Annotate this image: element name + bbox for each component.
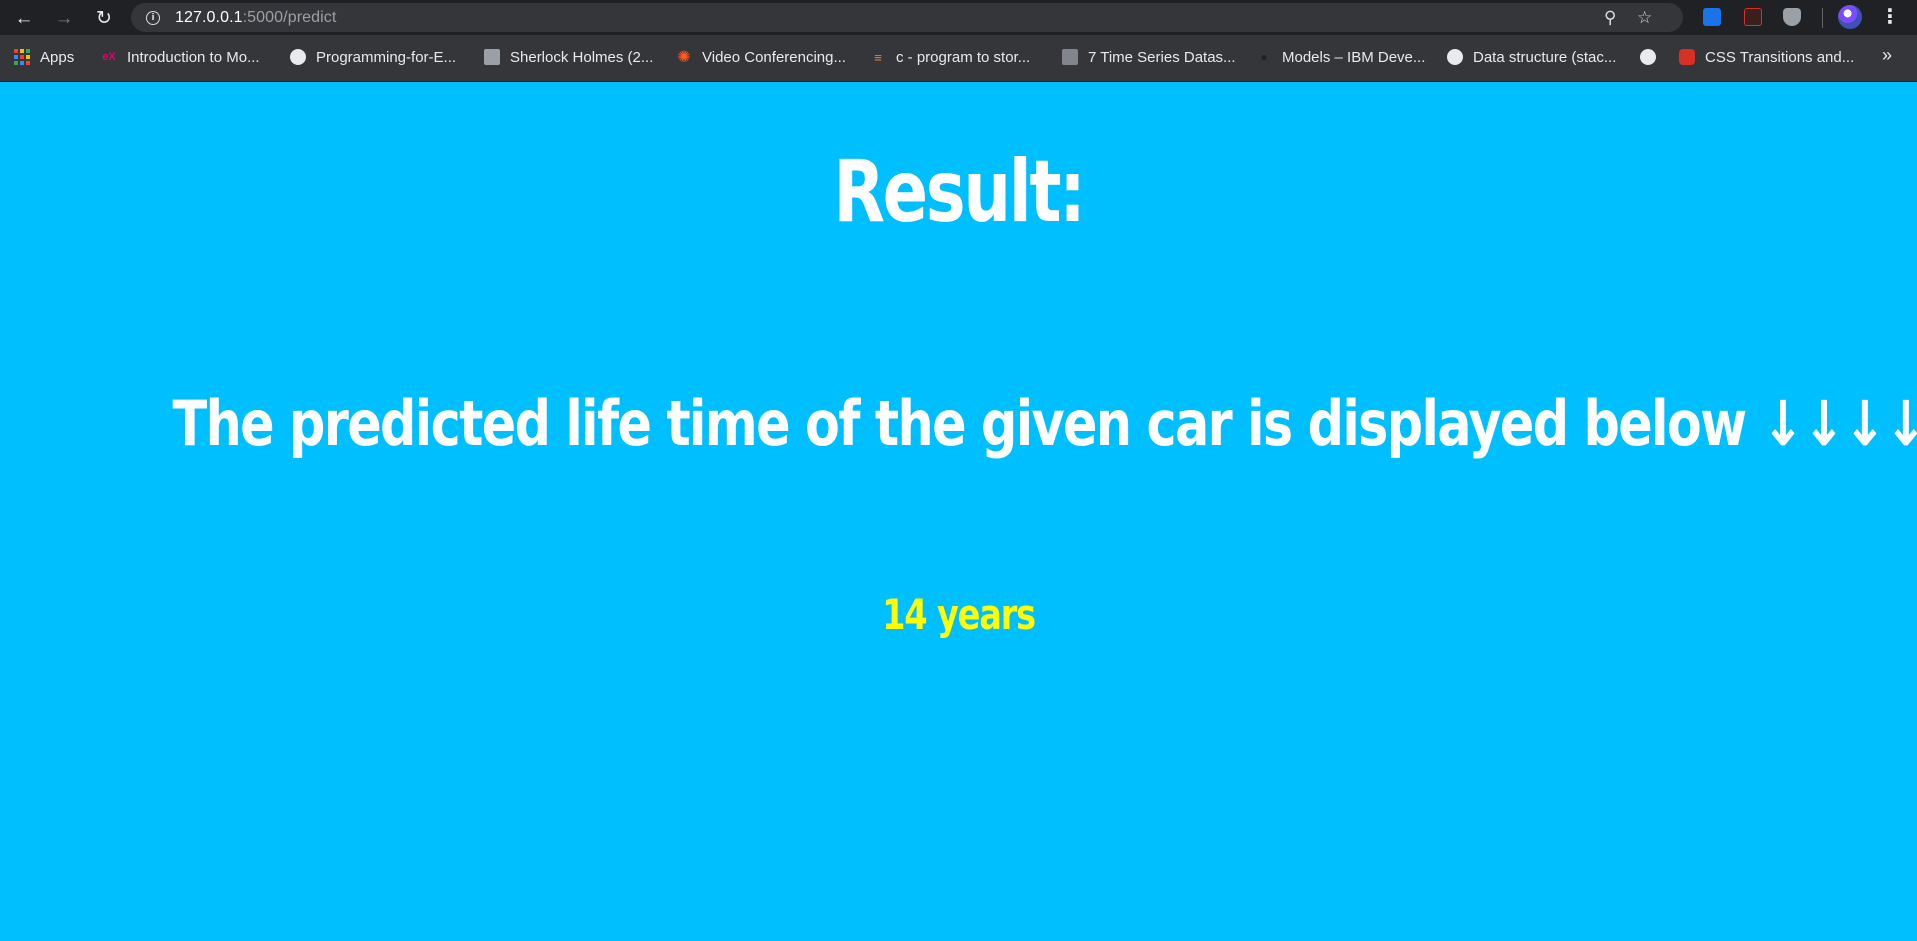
browser-chrome: ← → ↻ i 127.0.0.1:5000/predict ⚲ ☆ ⋮ App… <box>0 0 1917 82</box>
css-tricks-icon <box>1679 49 1695 65</box>
bookmark-stackoverflow[interactable]: ≡ c - program to stor... <box>870 46 1030 68</box>
extension-pdf-icon[interactable] <box>1744 8 1762 26</box>
browser-toolbar: ← → ↻ i 127.0.0.1:5000/predict ⚲ ☆ ⋮ <box>0 0 1917 35</box>
back-arrow-icon[interactable]: ← <box>10 4 38 32</box>
bookmark-label: Data structure (stac... <box>1473 48 1617 66</box>
star-icon[interactable]: ☆ <box>1637 9 1652 26</box>
ibm-bee-icon: ● <box>1260 50 1268 64</box>
bookmark-edx[interactable]: eX Introduction to Mo... <box>101 46 260 68</box>
page-content: Result: The predicted life time of the g… <box>0 82 1917 941</box>
page-title: Result: <box>833 142 1086 242</box>
url-text[interactable]: 127.0.0.1:5000/predict <box>175 9 336 27</box>
bookmark-label: Programming-for-E... <box>316 48 457 66</box>
url-host: 127.0.0.1 <box>175 9 243 26</box>
bookmarks-overflow-button[interactable]: » <box>1882 45 1892 66</box>
toolbar-divider <box>1822 8 1823 28</box>
bookmark-label: Models – IBM Deve... <box>1282 48 1426 66</box>
apps-grid-icon <box>14 49 30 65</box>
bookmark-label: Video Conferencing... <box>702 48 846 66</box>
bookmark-label: 7 Time Series Datas... <box>1088 48 1236 66</box>
extension-chart-icon[interactable] <box>1703 8 1721 26</box>
bookmark-sherlock[interactable]: Sherlock Holmes (2... <box>484 46 653 68</box>
bookmark-datastructure[interactable]: Data structure (stac... <box>1447 46 1616 68</box>
reload-icon[interactable]: ↻ <box>90 4 118 32</box>
clapperboard-icon <box>484 49 500 65</box>
github-icon <box>290 49 306 65</box>
bookmark-ibm[interactable]: ● Models – IBM Deve... <box>1256 46 1425 68</box>
bookmark-label: Introduction to Mo... <box>127 48 260 66</box>
bookmark-apps[interactable]: Apps <box>14 46 74 68</box>
globe-icon <box>1447 49 1463 65</box>
profile-avatar[interactable] <box>1838 5 1862 29</box>
bookmark-github[interactable]: Programming-for-E... <box>290 46 456 68</box>
bookmarks-bar: Apps eX Introduction to Mo... Programmin… <box>0 35 1917 82</box>
edx-icon: eX <box>102 51 116 63</box>
bookmark-css-tricks[interactable]: CSS Transitions and... <box>1679 46 1854 68</box>
stackoverflow-icon: ≡ <box>874 49 882 65</box>
menu-dots-icon[interactable]: ⋮ <box>1880 5 1900 29</box>
prediction-value: 14 years <box>882 590 1036 639</box>
extension-shield-icon[interactable] <box>1783 8 1801 26</box>
globe-icon <box>1640 49 1656 65</box>
address-bar[interactable]: i 127.0.0.1:5000/predict ⚲ ☆ <box>131 3 1683 32</box>
bookmark-timeseries[interactable]: 7 Time Series Datas... <box>1062 46 1236 68</box>
result-description: The predicted life time of the given car… <box>172 387 1917 460</box>
bookmark-globe[interactable] <box>1640 46 1666 68</box>
dataset-icon <box>1062 49 1078 65</box>
bookmark-label: Apps <box>40 48 75 66</box>
url-path: :5000/predict <box>242 9 337 26</box>
bookmark-label: Sherlock Holmes (2... <box>510 48 654 66</box>
site-info-icon[interactable]: i <box>146 11 160 25</box>
zoom-icon[interactable]: ⚲ <box>1604 9 1616 26</box>
bookmark-label: CSS Transitions and... <box>1705 48 1855 66</box>
bookmark-label: c - program to stor... <box>896 48 1031 66</box>
forward-arrow-icon[interactable]: → <box>50 4 78 32</box>
zoom-sun-icon: ✺ <box>677 49 691 66</box>
bookmark-video[interactable]: ✺ Video Conferencing... <box>676 46 846 68</box>
